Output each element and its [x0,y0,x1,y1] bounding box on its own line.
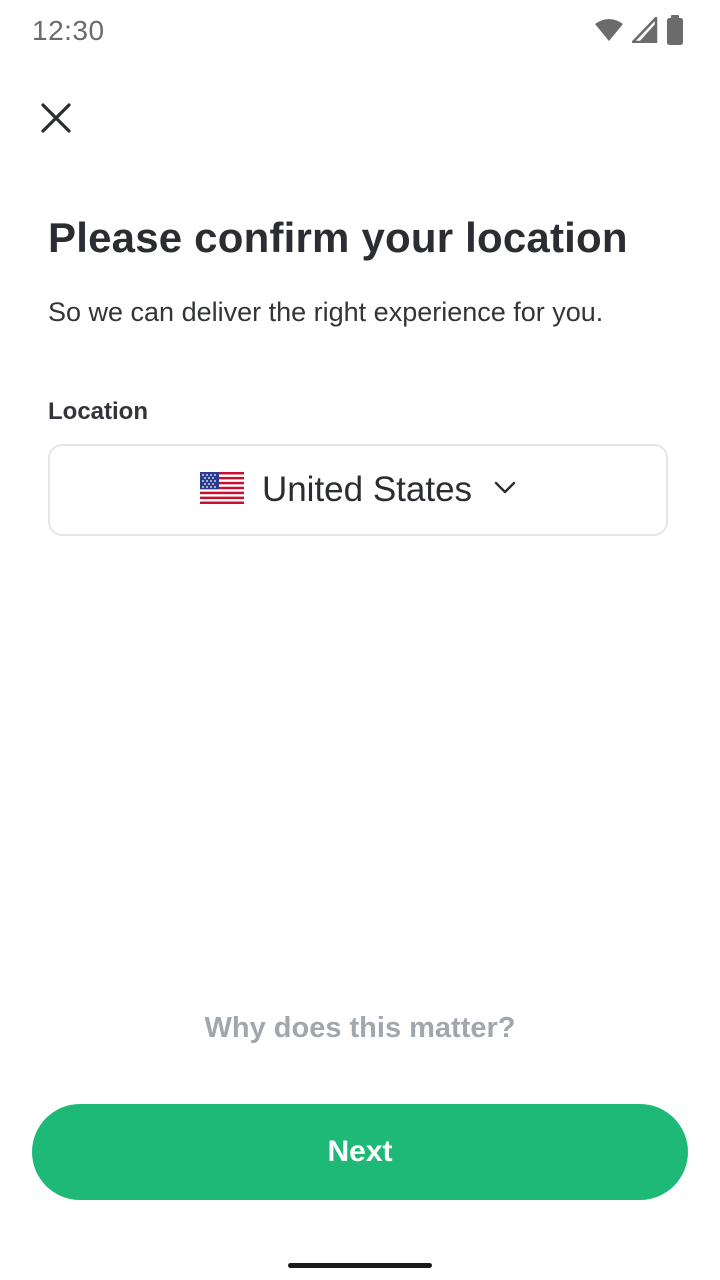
wifi-icon [594,18,624,47]
close-button[interactable] [30,94,82,146]
location-value: United States [261,470,473,509]
cellular-signal-icon [631,16,658,48]
us-flag-icon [199,471,244,509]
home-indicator[interactable] [288,1263,432,1268]
chevron-down-icon [494,481,516,500]
page-title: Please confirm your location [48,214,628,261]
status-icons [594,14,684,50]
page-subtitle: So we can deliver the right experience f… [48,297,604,327]
location-label: Location [48,398,148,425]
battery-icon [666,14,684,50]
why-does-this-matter-link[interactable]: Why does this matter? [0,1012,720,1045]
close-icon [40,102,72,139]
next-button[interactable]: Next [32,1104,688,1200]
status-bar: 12:30 [0,0,720,64]
status-time: 12:30 [32,15,105,46]
location-select[interactable]: United States [48,444,668,536]
